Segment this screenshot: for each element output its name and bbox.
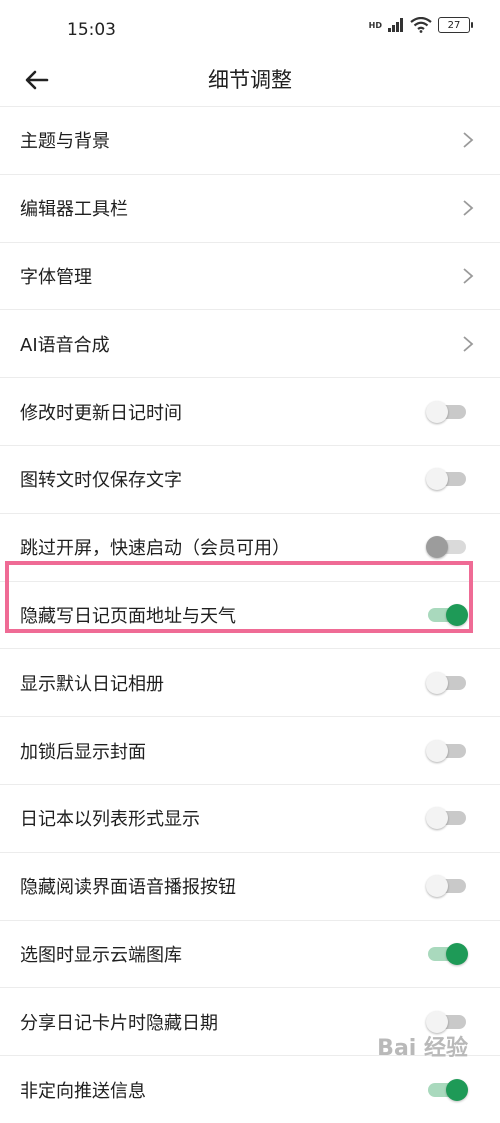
settings-row[interactable]: 非定向推送信息 xyxy=(0,1055,500,1123)
settings-row-label: 字体管理 xyxy=(20,266,92,288)
settings-row-label: 编辑器工具栏 xyxy=(20,199,128,221)
toggle-knob xyxy=(426,400,448,423)
settings-row[interactable]: 加锁后显示封面 xyxy=(0,716,500,784)
page-title: 细节调整 xyxy=(208,68,292,92)
settings-row-label: 分享日记卡片时隐藏日期 xyxy=(20,1012,218,1034)
settings-row[interactable]: 隐藏写日记页面地址与天气 xyxy=(0,580,500,649)
toggle-knob xyxy=(446,942,468,965)
toggle-knob xyxy=(446,1078,468,1101)
toggle-switch[interactable] xyxy=(426,806,468,830)
settings-row[interactable]: 编辑器工具栏 xyxy=(0,173,500,242)
settings-row[interactable]: AI语音合成 xyxy=(0,309,500,377)
settings-row-label: 图转文时仅保存文字 xyxy=(20,470,182,492)
toggle-knob xyxy=(426,739,448,762)
watermark-logo: Bai 经验 xyxy=(377,1030,468,1062)
settings-row-label: 选图时显示云端图库 xyxy=(20,944,182,966)
settings-row-label: 显示默认日记相册 xyxy=(20,673,164,695)
settings-row[interactable]: 主题与背景 xyxy=(0,106,500,174)
settings-row[interactable]: 修改时更新日记时间 xyxy=(0,377,500,445)
toggle-switch[interactable] xyxy=(426,739,468,763)
settings-row-label: 隐藏写日记页面地址与天气 xyxy=(20,605,236,627)
chevron-right-icon xyxy=(463,336,474,352)
toggle-switch[interactable] xyxy=(426,1078,468,1102)
settings-row[interactable]: 日记本以列表形式显示 xyxy=(0,783,500,852)
signal-icon xyxy=(388,18,403,32)
system-icons: HD 27 xyxy=(368,17,473,33)
toggle-switch[interactable] xyxy=(426,535,468,559)
settings-row[interactable]: 选图时显示云端图库 xyxy=(0,919,500,988)
wifi-icon xyxy=(410,17,432,33)
status-time: 15:03 xyxy=(67,20,116,40)
toggle-switch[interactable] xyxy=(426,942,468,966)
settings-row-label: 日记本以列表形式显示 xyxy=(20,809,200,831)
settings-row[interactable]: 显示默认日记相册 xyxy=(0,648,500,716)
status-bar: 15:03 HD 27 xyxy=(0,0,500,58)
header: 细节调整 xyxy=(0,58,500,106)
watermark-text: Bai 经验 xyxy=(377,1036,468,1061)
network-label: HD xyxy=(368,20,382,30)
settings-row-label: 隐藏阅读界面语音播报按钮 xyxy=(20,877,236,899)
settings-row-label: 修改时更新日记时间 xyxy=(20,402,182,424)
toggle-knob xyxy=(426,671,448,694)
settings-row[interactable]: 图转文时仅保存文字 xyxy=(0,444,500,513)
settings-row[interactable]: 字体管理 xyxy=(0,241,500,310)
toggle-switch[interactable] xyxy=(426,467,468,491)
settings-row-label: 加锁后显示封面 xyxy=(20,741,146,763)
settings-row-label: 非定向推送信息 xyxy=(20,1080,146,1102)
toggle-switch[interactable] xyxy=(426,603,468,627)
chevron-right-icon xyxy=(463,200,474,216)
settings-row[interactable]: 跳过开屏，快速启动（会员可用） xyxy=(0,512,500,581)
settings-row[interactable]: 隐藏阅读界面语音播报按钮 xyxy=(0,851,500,920)
battery-level: 27 xyxy=(447,19,461,31)
toggle-switch[interactable] xyxy=(426,874,468,898)
toggle-knob xyxy=(426,536,448,559)
toggle-switch[interactable] xyxy=(426,671,468,695)
settings-row-label: 主题与背景 xyxy=(20,131,110,153)
chevron-right-icon xyxy=(463,268,474,284)
toggle-switch[interactable] xyxy=(426,400,468,424)
settings-list: 主题与背景编辑器工具栏 字体管理 AI语音合成修改时更新日记时间 图转文时仅保存文字跳… xyxy=(0,106,500,1123)
settings-row-label: AI语音合成 xyxy=(20,334,110,356)
toggle-knob xyxy=(426,468,448,491)
settings-row-label: 跳过开屏，快速启动（会员可用） xyxy=(20,538,290,560)
toggle-knob xyxy=(426,875,448,898)
battery-icon: 27 xyxy=(438,17,473,33)
toggle-knob xyxy=(426,807,448,830)
chevron-right-icon xyxy=(463,132,474,149)
toggle-knob xyxy=(446,603,468,626)
